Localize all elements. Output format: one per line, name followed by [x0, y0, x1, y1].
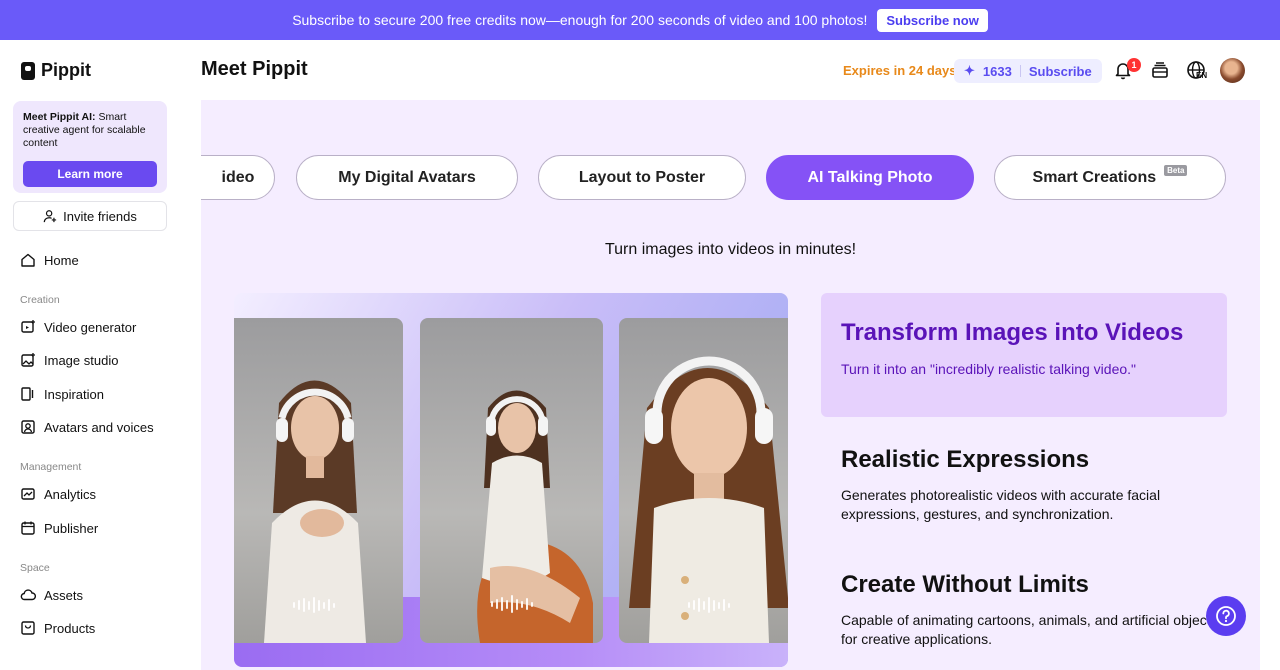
tab-smart-creations[interactable]: Smart Creations Beta — [994, 155, 1226, 200]
expiry-notice: Expires in 24 days — [843, 63, 957, 78]
subscribe-banner: Subscribe to secure 200 free credits now… — [0, 0, 1280, 40]
cloud-icon — [20, 589, 36, 601]
sidebar-item-avatars-voices[interactable]: Avatars and voices — [20, 415, 154, 439]
notification-badge: 1 — [1127, 58, 1141, 72]
beta-badge: Beta — [1164, 165, 1188, 176]
sidebar-item-label: Assets — [44, 587, 84, 603]
audio-wave-icon — [688, 597, 730, 613]
banner-text: Subscribe to secure 200 free credits now… — [292, 12, 868, 28]
tab-label: AI Talking Photo — [807, 168, 933, 186]
pippit-logo-icon — [21, 61, 35, 80]
sidebar-item-label: Image studio — [44, 352, 119, 368]
feature-desc: Turn it into an "incredibly realistic ta… — [841, 361, 1136, 377]
promo-text: Meet Pippit AI: Smart creative agent for… — [23, 111, 157, 150]
divider — [1019, 65, 1021, 77]
tab-label: Layout to Poster — [578, 168, 706, 186]
avatar-icon — [21, 420, 35, 434]
tab-label: Smart Creations — [1032, 168, 1157, 186]
sidebar-item-image-studio[interactable]: Image studio — [20, 348, 118, 372]
feature-title: Realistic Expressions — [841, 446, 1090, 473]
main-panel: ideo My Digital Avatars Layout to Poster… — [201, 100, 1260, 670]
sidebar-item-label: Inspiration — [44, 386, 104, 402]
tab-label: ideo — [221, 168, 255, 186]
sidebar-item-label: Products — [44, 620, 96, 636]
layers-icon[interactable] — [1150, 60, 1170, 80]
tab-ai-talking-photo[interactable]: AI Talking Photo — [766, 155, 974, 200]
feature-title: Transform Images into Videos — [841, 319, 1184, 346]
promo-card: Meet Pippit AI: Smart creative agent for… — [13, 101, 167, 193]
sidebar-item-label: Analytics — [44, 486, 97, 502]
tab-video[interactable]: ideo — [201, 155, 275, 200]
subscribe-now-button[interactable]: Subscribe now — [877, 8, 988, 32]
woman-portrait-image — [264, 380, 366, 643]
sidebar-item-label: Avatars and voices — [44, 419, 154, 435]
tab-my-digital-avatars[interactable]: My Digital Avatars — [296, 155, 518, 200]
user-avatar[interactable] — [1220, 58, 1245, 83]
language-label: EN — [1196, 71, 1208, 80]
sidebar-item-analytics[interactable]: Analytics — [20, 482, 96, 506]
add-user-icon — [43, 210, 57, 223]
sidebar-item-label: Home — [44, 252, 79, 268]
section-management: Management — [20, 461, 82, 473]
audio-wave-icon — [490, 595, 533, 613]
credits-pill[interactable]: ✦ 1633 Subscribe — [954, 59, 1102, 83]
invite-friends-button[interactable]: Invite friends — [13, 201, 167, 231]
sample-photo-3 — [619, 318, 788, 643]
feature-realistic-expressions: Realistic Expressions Generates photorea… — [841, 446, 1221, 524]
feature-desc: Generates photorealistic videos with acc… — [841, 487, 1161, 522]
talking-photo-showcase — [234, 293, 788, 667]
subscribe-link[interactable]: Subscribe — [1029, 64, 1092, 79]
question-icon — [1216, 606, 1236, 626]
feature-desc: Capable of animating cartoons, animals, … — [841, 612, 1218, 647]
sidebar: Pippit Meet Pippit AI: Smart creative ag… — [0, 40, 201, 670]
pippit-logo[interactable]: Pippit — [21, 60, 91, 81]
tagline: Turn images into videos in minutes! — [604, 241, 857, 258]
feature-transform: Transform Images into Videos Turn it int… — [821, 293, 1227, 417]
feature-title: Create Without Limits — [841, 571, 1089, 598]
inspiration-icon — [21, 387, 34, 401]
sparkle-icon: ✦ — [964, 63, 975, 78]
sample-photo-2 — [420, 318, 603, 643]
audio-wave-icon — [292, 597, 335, 613]
promo-title: Meet Pippit AI: — [23, 111, 96, 123]
credit-count: 1633 — [982, 63, 1012, 79]
tab-label: My Digital Avatars — [338, 168, 476, 186]
sidebar-item-publisher[interactable]: Publisher — [20, 516, 98, 540]
image-icon — [21, 353, 35, 367]
home-icon — [21, 253, 35, 267]
sidebar-item-label: Publisher — [44, 520, 99, 536]
video-plus-icon — [21, 320, 35, 333]
sidebar-item-label: Video generator — [44, 319, 137, 335]
sample-photo-1 — [234, 318, 403, 643]
help-button[interactable] — [1206, 596, 1246, 636]
brand-name: Pippit — [41, 60, 91, 80]
analytics-icon — [21, 488, 35, 500]
feature-create-without-limits: Create Without Limits Capable of animati… — [841, 571, 1221, 649]
sidebar-item-assets[interactable]: Assets — [20, 583, 83, 607]
tab-layout-to-poster[interactable]: Layout to Poster — [538, 155, 746, 200]
sidebar-item-video-generator[interactable]: Video generator — [20, 315, 136, 339]
woman-closeup-image — [629, 356, 788, 643]
calendar-icon — [21, 521, 35, 535]
section-space: Space — [20, 562, 50, 574]
sidebar-item-inspiration[interactable]: Inspiration — [20, 382, 104, 406]
invite-friends-label: Invite friends — [63, 208, 137, 224]
section-creation: Creation — [20, 294, 60, 306]
product-box-icon — [21, 621, 35, 635]
sidebar-item-home[interactable]: Home — [20, 248, 79, 272]
page-title: Meet Pippit — [201, 58, 308, 80]
learn-more-button[interactable]: Learn more — [23, 161, 157, 187]
sidebar-item-products[interactable]: Products — [20, 616, 95, 640]
